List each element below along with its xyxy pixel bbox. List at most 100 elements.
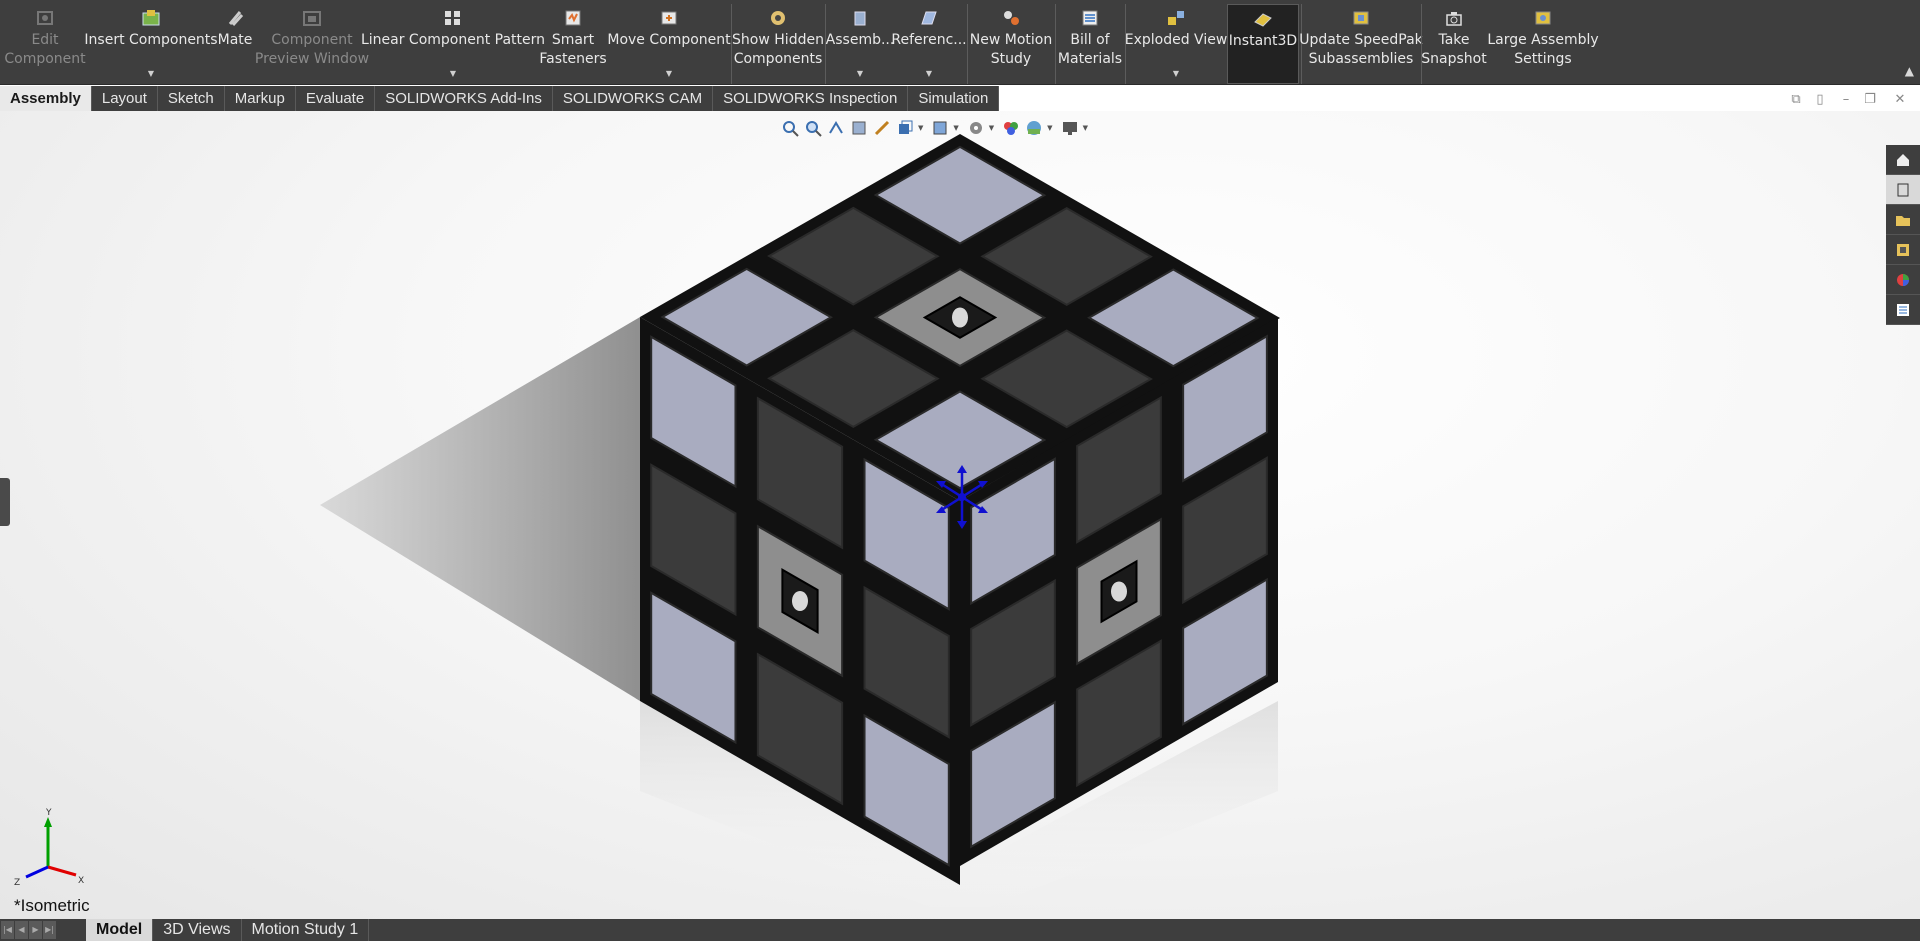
tab-markup[interactable]: Markup [225,86,296,111]
take-snapshot-button[interactable]: Take Snapshot [1421,4,1487,84]
chevron-down-icon[interactable]: ▼ [148,70,154,78]
instant3d-button[interactable]: Instant3D [1227,4,1299,84]
ribbon-separator [967,4,968,84]
rubiks-cube-model[interactable] [0,111,1920,919]
chevron-down-icon[interactable]: ▼ [953,124,958,132]
assembly-features-button[interactable]: Assemb... ▼ [826,4,894,84]
mate-icon [224,8,246,28]
bom-icon [1079,8,1101,28]
move-component-button[interactable]: Move Component ▼ [607,4,731,84]
last-tab-icon[interactable]: ▶| [43,921,56,939]
view-palette-icon[interactable] [1886,235,1920,265]
camera-icon [1443,8,1465,28]
chevron-down-icon[interactable]: ▼ [857,70,863,78]
edit-component-button[interactable]: Edit Component [2,4,88,84]
restore-pane-icon[interactable]: ⧉ [1788,92,1804,108]
close-icon[interactable]: ✕ [1892,92,1908,108]
previous-tab-icon[interactable]: ◀ [15,921,28,939]
command-manager-tabs: Assembly Layout Sketch Markup Evaluate S… [0,86,1000,111]
chevron-down-icon[interactable]: ▼ [450,70,456,78]
section-view-icon[interactable] [849,118,869,138]
apply-scene-icon[interactable] [1024,118,1044,138]
mate-button[interactable]: Mate [214,4,256,84]
dynamic-annotation-icon[interactable] [872,118,892,138]
appearances-icon[interactable] [1886,265,1920,295]
insert-components-button[interactable]: Insert Components ▼ [84,4,218,84]
update-speedpak-button[interactable]: Update SpeedPak Subassemblies [1299,4,1423,84]
take-snapshot-label-2: Snapshot [1421,51,1487,67]
large-assembly-settings-button[interactable]: Large Assembly Settings [1487,4,1599,84]
motion-study-label-2: Study [990,51,1032,67]
show-hidden-components-button[interactable]: Show Hidden Components [732,4,824,84]
view-orientation-icon[interactable] [895,118,915,138]
previous-view-icon[interactable] [826,118,846,138]
split-pane-icon[interactable]: ▯ [1812,92,1828,108]
move-component-label: Move Component [607,32,731,48]
instant3d-icon [1252,9,1274,29]
tab-evaluate[interactable]: Evaluate [296,86,376,111]
hide-show-items-icon[interactable] [966,118,986,138]
tab-simulation[interactable]: Simulation [908,86,1000,111]
exploded-view-icon [1165,8,1187,28]
feature-manager-toggle[interactable] [0,478,10,526]
component-preview-label-2: Preview Window [254,51,370,67]
new-motion-study-button[interactable]: New Motion Study [969,4,1053,84]
heads-up-view-toolbar: ▼ ▼ ▼ ▼ ▼ [780,117,1092,139]
edit-component-label: Edit [31,32,59,48]
large-assembly-label: Large Assembly [1487,32,1599,48]
minimize-icon[interactable]: – [1838,92,1854,108]
chevron-down-icon[interactable]: ▼ [1047,124,1052,132]
graphics-area[interactable] [0,111,1920,919]
custom-properties-icon[interactable] [1886,295,1920,325]
zoom-to-fit-icon[interactable] [780,118,800,138]
center-pin [792,591,808,611]
command-manager-ribbon: Edit Component Insert Components ▼ Mate … [0,0,1920,85]
preview-window-icon [301,8,323,28]
chevron-down-icon[interactable]: ▼ [989,124,994,132]
tab-sketch[interactable]: Sketch [158,86,225,111]
view-settings-icon[interactable] [1060,118,1080,138]
ribbon-separator [1055,4,1056,84]
show-hidden-icon [767,8,789,28]
zoom-to-area-icon[interactable] [803,118,823,138]
tab-model[interactable]: Model [86,919,154,941]
chevron-down-icon[interactable]: ▼ [918,124,923,132]
design-library-icon[interactable] [1886,175,1920,205]
smart-fasteners-button[interactable]: Smart Fasteners [538,4,608,84]
chevron-down-icon[interactable]: ▼ [926,70,932,78]
view-orientation-label: *Isometric [14,896,90,915]
tab-solidworks-inspection[interactable]: SOLIDWORKS Inspection [713,86,909,111]
tab-solidworks-cam[interactable]: SOLIDWORKS CAM [553,86,714,111]
linear-component-pattern-button[interactable]: Linear Component Pattern ▼ [361,4,545,84]
edit-component-icon [34,8,56,28]
move-component-icon [658,8,680,28]
bom-label-2: Materials [1057,51,1123,67]
center-pin [1111,581,1127,602]
insert-components-label: Insert Components [84,32,218,48]
display-style-icon[interactable] [930,118,950,138]
triad-y-label: Y [45,808,52,818]
chevron-down-icon[interactable]: ▼ [1083,124,1088,132]
edit-component-label-2: Component [4,51,86,67]
bill-of-materials-button[interactable]: Bill of Materials [1057,4,1123,84]
linear-pattern-icon [442,8,464,28]
tab-layout[interactable]: Layout [92,86,158,111]
tab-assembly[interactable]: Assembly [0,86,92,111]
edit-appearance-icon[interactable] [1001,118,1021,138]
take-snapshot-label: Take [1438,32,1470,48]
maximize-icon[interactable]: ❐ [1862,92,1878,108]
component-preview-window-button[interactable]: Component Preview Window [254,4,370,84]
solidworks-resources-icon[interactable] [1886,145,1920,175]
chevron-down-icon[interactable]: ▼ [666,70,672,78]
next-tab-icon[interactable]: ▶ [29,921,42,939]
first-tab-icon[interactable]: |◀ [1,921,14,939]
exploded-view-button[interactable]: Exploded View ▼ [1125,4,1227,84]
tab-motion-study-1[interactable]: Motion Study 1 [242,919,370,941]
reference-geometry-button[interactable]: Referenc... ▼ [891,4,967,84]
tab-3d-views[interactable]: 3D Views [153,919,242,941]
tab-solidworks-add-ins[interactable]: SOLIDWORKS Add-Ins [375,86,553,111]
file-explorer-icon[interactable] [1886,205,1920,235]
collapse-ribbon-icon[interactable]: ▲ [1905,64,1914,78]
chevron-down-icon[interactable]: ▼ [1173,70,1179,78]
motion-study-label: New Motion [969,32,1053,48]
